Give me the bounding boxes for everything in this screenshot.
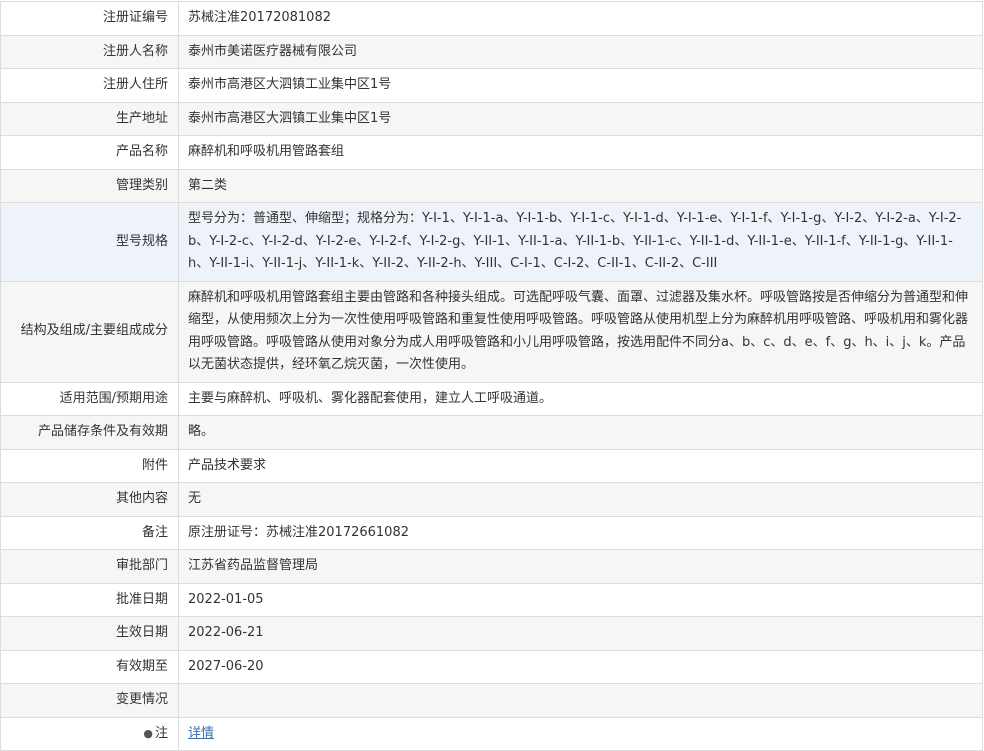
row-label: 管理类别 [0,168,179,203]
table-row: 适用范围/预期用途 主要与麻醉机、呼吸机、雾化器配套使用，建立人工呼吸通道。 [0,381,983,416]
row-value: 型号分为：普通型、伸缩型；规格分为：Y-I-1、Y-I-1-a、Y-I-1-b、… [178,202,983,282]
row-value: 2027-06-20 [178,649,983,684]
row-value: 2022-06-21 [178,616,983,651]
table-row: 附件 产品技术要求 [0,448,983,483]
row-label: 审批部门 [0,549,179,584]
row-value: 泰州市高港区大泗镇工业集中区1号 [178,101,983,136]
table-row: 变更情况 [0,683,983,718]
table-row: 注册证编号 苏械注准20172081082 [0,1,983,36]
table-row: 生产地址 泰州市高港区大泗镇工业集中区1号 [0,101,983,136]
row-label: 适用范围/预期用途 [0,381,179,416]
note-value-cell: 详情 [178,716,983,751]
row-value: 泰州市美诺医疗器械有限公司 [178,34,983,69]
row-label: 注册人住所 [0,68,179,103]
table-row: 其他内容 无 [0,482,983,517]
table-row: 产品储存条件及有效期 略。 [0,415,983,450]
row-label: 产品名称 [0,135,179,170]
row-value: 产品技术要求 [178,448,983,483]
table-row: 审批部门 江苏省药品监督管理局 [0,549,983,584]
row-label: 型号规格 [0,202,179,282]
row-value: 略。 [178,415,983,450]
row-label: 结构及组成/主要组成成分 [0,280,179,383]
bullet-icon: ● [143,726,153,740]
row-label: 注册人名称 [0,34,179,69]
row-label: 有效期至 [0,649,179,684]
registration-table: 注册证编号 苏械注准20172081082 注册人名称 泰州市美诺医疗器械有限公… [0,1,983,751]
row-value: 麻醉机和呼吸机用管路套组 [178,135,983,170]
row-label: 变更情况 [0,683,179,718]
table-row: 备注 原注册证号：苏械注准20172661082 [0,515,983,550]
row-value [178,683,983,718]
table-row: 批准日期 2022-01-05 [0,582,983,617]
table-row: 生效日期 2022-06-21 [0,616,983,651]
table-row: 注册人住所 泰州市高港区大泗镇工业集中区1号 [0,68,983,103]
row-label: 生产地址 [0,101,179,136]
row-label: 备注 [0,515,179,550]
row-value: 泰州市高港区大泗镇工业集中区1号 [178,68,983,103]
row-label: 生效日期 [0,616,179,651]
table-row: 型号规格 型号分为：普通型、伸缩型；规格分为：Y-I-1、Y-I-1-a、Y-I… [0,202,983,282]
row-value: 无 [178,482,983,517]
row-value: 主要与麻醉机、呼吸机、雾化器配套使用，建立人工呼吸通道。 [178,381,983,416]
row-label: 其他内容 [0,482,179,517]
note-label-cell: ● 注 [0,716,179,751]
row-value: 麻醉机和呼吸机用管路套组主要由管路和各种接头组成。可选配呼吸气囊、面罩、过滤器及… [178,280,983,383]
row-value: 苏械注准20172081082 [178,1,983,36]
note-label: 注 [154,725,168,741]
row-value: 第二类 [178,168,983,203]
row-label: 注册证编号 [0,1,179,36]
row-label: 产品储存条件及有效期 [0,415,179,450]
row-value: 江苏省药品监督管理局 [178,549,983,584]
note-row: ● 注 详情 [0,716,983,751]
row-label: 批准日期 [0,582,179,617]
table-row: 管理类别 第二类 [0,168,983,203]
table-row: 结构及组成/主要组成成分 麻醉机和呼吸机用管路套组主要由管路和各种接头组成。可选… [0,280,983,383]
table-row: 产品名称 麻醉机和呼吸机用管路套组 [0,135,983,170]
details-link[interactable]: 详情 [188,726,214,741]
row-value: 2022-01-05 [178,582,983,617]
table-row: 注册人名称 泰州市美诺医疗器械有限公司 [0,34,983,69]
row-label: 附件 [0,448,179,483]
table-row: 有效期至 2027-06-20 [0,649,983,684]
row-value: 原注册证号：苏械注准20172661082 [178,515,983,550]
